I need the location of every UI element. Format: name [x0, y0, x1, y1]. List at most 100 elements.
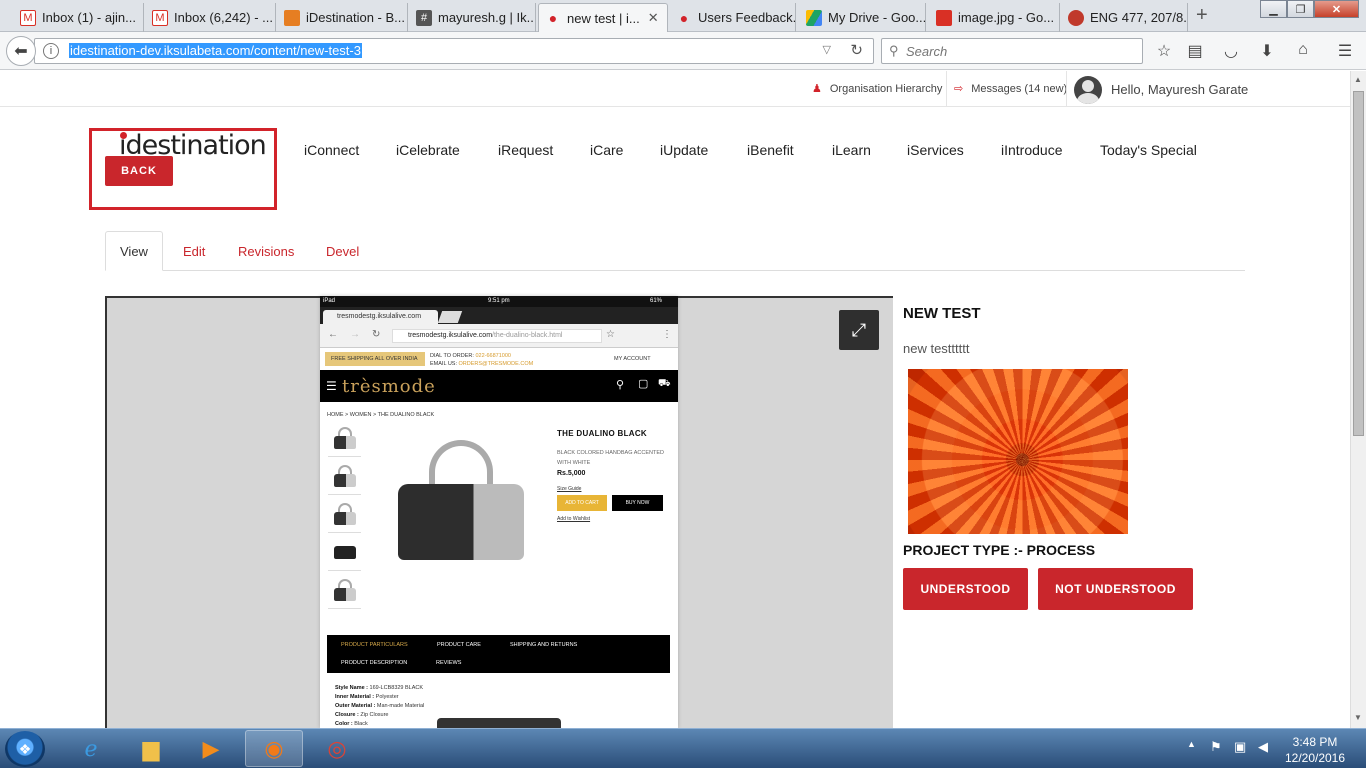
page-content: ♟ Organisation Hierarchy ⇨ Messages (14 …	[0, 71, 1350, 728]
content-body: new testttttt	[903, 341, 970, 356]
tab-my-drive[interactable]: My Drive - Goo...	[800, 3, 926, 32]
gmail-icon: M	[152, 9, 168, 26]
url-domain: tresmodestg.iksulalive.com	[408, 332, 493, 339]
nav-icelebrate[interactable]: iCelebrate	[396, 142, 460, 158]
firefox-icon[interactable]: ◉	[245, 730, 303, 767]
search-input[interactable]	[906, 42, 1126, 60]
messages-link[interactable]: ⇨ Messages (14 new)	[954, 82, 1067, 96]
url-text[interactable]: idestination-dev.iksulabeta.com/content/…	[69, 43, 362, 58]
divider	[1066, 71, 1067, 107]
email-label: EMAIL US:	[430, 361, 457, 367]
project-type: PROJECT TYPE :- PROCESS	[903, 542, 1096, 558]
reading-list-icon[interactable]: ▤	[1184, 41, 1206, 61]
scrollbar-thumb[interactable]	[1353, 91, 1364, 436]
location-pin-icon: ●	[548, 10, 558, 26]
tab-image[interactable]: image.jpg - Go...	[930, 3, 1060, 32]
dial-label: DIAL TO ORDER:	[430, 353, 474, 359]
greeting[interactable]: Hello, Mayuresh Garate	[1111, 82, 1248, 97]
product-thumbnail	[328, 462, 361, 495]
nav-ibenefit[interactable]: iBenefit	[747, 142, 794, 158]
nav-icare[interactable]: iCare	[590, 142, 623, 158]
address-bar[interactable]: i idestination-dev.iksulabeta.com/conten…	[34, 38, 874, 64]
info-icon[interactable]: i	[43, 43, 59, 59]
nav-iservices[interactable]: iServices	[907, 142, 964, 158]
tab-inbox-2[interactable]: M Inbox (6,242) - ...	[146, 3, 276, 32]
product-menu: PRODUCT PARTICULARS PRODUCT CARE SHIPPIN…	[327, 635, 670, 673]
chrome-icon[interactable]: ◎	[308, 730, 366, 767]
internet-explorer-icon[interactable]: ℯ	[62, 730, 120, 767]
minimize-button[interactable]: ▁	[1260, 0, 1287, 18]
product-image	[398, 484, 524, 560]
action-center-icon[interactable]: ⚑	[1210, 739, 1222, 755]
back-navigation-button[interactable]: ⬅	[6, 36, 36, 66]
ipad-tab: tresmodestg.iksulalive.com	[323, 310, 438, 324]
brand-logo: trèsmode	[342, 376, 436, 397]
tab-edit[interactable]: Edit	[169, 231, 219, 271]
pocket-icon[interactable]: ◡	[1220, 41, 1242, 61]
volume-icon[interactable]: ◀	[1258, 739, 1268, 755]
new-tab-button[interactable]: +	[1196, 4, 1208, 27]
tab-label: image.jpg - Go...	[958, 10, 1055, 25]
nav-iupdate[interactable]: iUpdate	[660, 142, 708, 158]
tab-inbox-1[interactable]: M Inbox (1) - ajin...	[14, 3, 144, 32]
tab-view[interactable]: View	[105, 231, 163, 271]
product-thumbnail	[328, 424, 361, 457]
start-button[interactable]: ❖	[5, 731, 45, 767]
close-icon[interactable]: ✕	[648, 10, 659, 26]
menu-product-particulars: PRODUCT PARTICULARS	[341, 642, 408, 648]
tab-label: ENG 477, 207/8...	[1090, 10, 1188, 25]
tab-revisions[interactable]: Revisions	[224, 231, 308, 271]
ipad-new-tab	[437, 311, 463, 323]
vertical-scrollbar[interactable]: ▲ ▼	[1350, 71, 1366, 728]
google-drive-icon	[806, 9, 822, 26]
menu-icon[interactable]: ☰	[1334, 41, 1356, 61]
menu-product-care: PRODUCT CARE	[437, 642, 481, 648]
network-icon[interactable]: ▣	[1234, 739, 1246, 755]
file-explorer-icon[interactable]: ▆	[122, 730, 180, 767]
ipad-address: tresmodestg.iksulalive.com/the-dualino-b…	[392, 329, 602, 343]
tab-users-feedback[interactable]: ● Users Feedback...	[670, 3, 796, 32]
promo-banner: FREE SHIPPING ALL OVER INDIA	[325, 352, 425, 366]
not-understood-button[interactable]: NOT UNDERSTOOD	[1038, 568, 1193, 610]
reload-icon[interactable]: ↻	[850, 41, 863, 59]
avatar[interactable]	[1074, 76, 1102, 104]
understood-button[interactable]: UNDERSTOOD	[903, 568, 1028, 610]
org-hierarchy-link[interactable]: ♟ Organisation Hierarchy	[812, 82, 942, 96]
nav-todays-special[interactable]: Today's Special	[1100, 142, 1197, 158]
expand-icon[interactable]: ⤢	[839, 310, 879, 350]
nav-irequest[interactable]: iRequest	[498, 142, 553, 158]
search-box[interactable]: ⚲	[881, 38, 1143, 64]
tray-arrow-icon[interactable]: ▲	[1187, 739, 1196, 749]
scroll-up-icon[interactable]: ▲	[1354, 75, 1362, 84]
tab-mayuresh[interactable]: # mayuresh.g | Ik...	[410, 3, 536, 32]
media-player-icon[interactable]: ▶	[182, 730, 240, 767]
bookmark-star-icon[interactable]: ☆	[1153, 41, 1175, 61]
tab-label: Inbox (6,242) - ...	[174, 10, 273, 25]
clock[interactable]: 3:48 PM 12/20/2016	[1280, 734, 1350, 766]
logo-pin-icon	[120, 132, 127, 139]
back-button[interactable]: BACK	[105, 156, 173, 186]
gmail-icon: M	[20, 9, 36, 26]
home-icon[interactable]: ⌂	[1292, 41, 1314, 61]
browser-navbar: i idestination-dev.iksulabeta.com/conten…	[0, 32, 1366, 70]
nav-iintroduce[interactable]: iIntroduce	[1001, 142, 1062, 158]
menu-reviews: REVIEWS	[436, 660, 462, 666]
close-window-button[interactable]: ✕	[1314, 0, 1359, 18]
tab-new-test[interactable]: ● new test | i... ✕	[538, 3, 668, 32]
nav-ilearn[interactable]: iLearn	[832, 142, 871, 158]
tab-devel[interactable]: Devel	[312, 231, 373, 271]
download-icon[interactable]: ⬇	[1256, 41, 1278, 61]
wishlist-link: Add to Wishlist	[557, 516, 591, 522]
product-description: BLACK COLORED HANDBAG ACCENTED WITH WHIT…	[557, 450, 664, 466]
maximize-button[interactable]: ❐	[1287, 0, 1314, 18]
dropdown-arrow-icon[interactable]: ▽	[823, 43, 831, 56]
tab-eng[interactable]: ENG 477, 207/8...	[1062, 3, 1188, 32]
tab-idestination[interactable]: iDestination - B...	[278, 3, 408, 32]
clock-date: 12/20/2016	[1284, 751, 1346, 765]
ipad-url-bar: ← → ↻ tresmodestg.iksulalive.com/the-dua…	[320, 324, 678, 348]
ipad-toast	[437, 718, 561, 728]
email-value: ORDERS@TRESMODE.COM	[458, 361, 534, 367]
scroll-down-icon[interactable]: ▼	[1354, 713, 1362, 722]
tab-label: new test | i...	[567, 10, 640, 26]
nav-iconnect[interactable]: iConnect	[304, 142, 359, 158]
